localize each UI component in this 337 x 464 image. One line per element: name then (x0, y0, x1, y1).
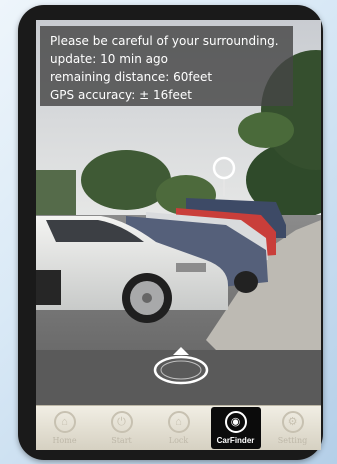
remaining-distance: remaining distance: 60feet (50, 70, 213, 84)
tab-start[interactable]: ⏻ Start (97, 407, 147, 449)
tab-home[interactable]: ⌂ Home (40, 407, 90, 449)
tab-label: CarFinder (216, 436, 255, 445)
tab-label: Setting (277, 436, 308, 445)
home-icon: ⌂ (53, 411, 76, 433)
tab-lock[interactable]: ⌂ Lock (154, 407, 204, 449)
update-time: update: 10 min ago (50, 52, 168, 66)
app-screen: Please be careful of your surrounding. u… (36, 20, 321, 450)
tab-label: Lock (168, 436, 189, 445)
carfinder-icon: ◉ (224, 411, 247, 433)
status-overlay: Please be careful of your surrounding. u… (40, 26, 293, 106)
power-icon: ⏻ (110, 411, 133, 433)
safety-warning: Please be careful of your surrounding. (50, 34, 279, 48)
gear-icon: ⚙ (281, 411, 304, 433)
tab-label: Home (52, 436, 77, 445)
tab-setting[interactable]: ⚙ Setting (268, 407, 318, 449)
tab-bar: ⌂ Home ⏻ Start ⌂ Lock ◉ CarFinder ⚙ Sett… (36, 405, 321, 450)
lock-icon: ⌂ (167, 411, 190, 433)
tab-carfinder[interactable]: ◉ CarFinder (210, 407, 261, 449)
tab-label: Start (111, 436, 132, 445)
gps-accuracy: GPS accuracy: ± 16feet (50, 88, 192, 102)
